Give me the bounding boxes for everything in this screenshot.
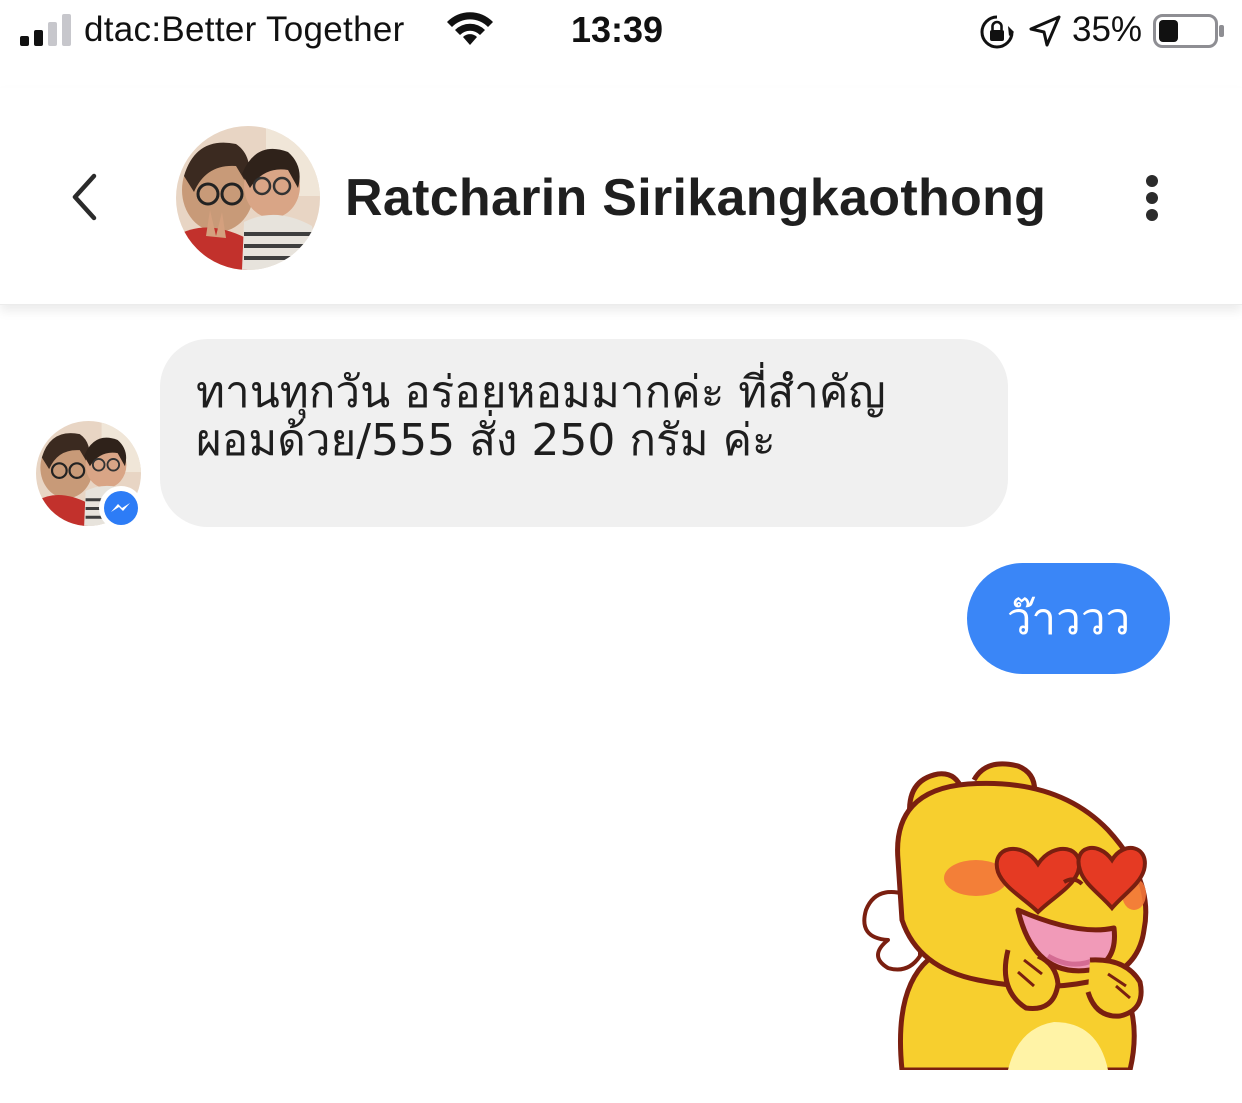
clock: 13:39 bbox=[571, 9, 664, 50]
location-arrow-icon bbox=[1029, 15, 1061, 47]
message-text: ว๊าววว bbox=[1006, 593, 1131, 645]
messenger-icon bbox=[104, 491, 138, 525]
status-bar: dtac:Better Together 13:39 35% bbox=[0, 0, 1242, 66]
signal-icon bbox=[20, 14, 71, 46]
orientation-lock-icon bbox=[980, 15, 1014, 49]
incoming-message-bubble[interactable]: ทานทุกวัน อร่อยหอมมากค่ะ ที่สำคัญ ผอมด้ว… bbox=[160, 339, 1008, 527]
battery-percentage: 35% bbox=[1072, 10, 1143, 49]
contact-avatar[interactable] bbox=[176, 126, 320, 270]
message-text-line: ผอมด้วย/555 สั่ง 250 กรัม ค่ะ bbox=[196, 415, 776, 466]
back-chevron-icon[interactable] bbox=[62, 173, 110, 221]
outgoing-message-bubble[interactable]: ว๊าววว bbox=[967, 563, 1170, 674]
more-vertical-icon[interactable] bbox=[1132, 174, 1172, 222]
heart-eyes-creature-sticker[interactable] bbox=[858, 760, 1158, 1070]
wifi-icon bbox=[447, 12, 493, 45]
battery-icon bbox=[1153, 14, 1224, 48]
conversation-header: Ratcharin Sirikangkaothong bbox=[0, 88, 1242, 305]
message-text-line: ทานทุกวัน อร่อยหอมมากค่ะ ที่สำคัญ bbox=[196, 367, 886, 418]
carrier-name: dtac:Better Together bbox=[84, 10, 405, 49]
contact-name: Ratcharin Sirikangkaothong bbox=[345, 169, 1047, 227]
messenger-badge bbox=[99, 486, 143, 530]
